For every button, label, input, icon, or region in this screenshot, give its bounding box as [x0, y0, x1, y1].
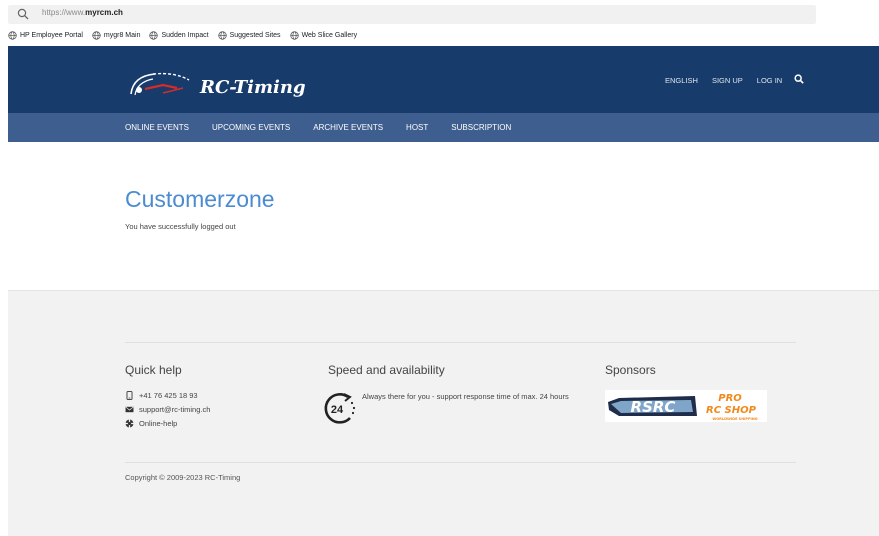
phone-line: +41 76 425 18 93	[125, 391, 198, 400]
sponsor-logo-pro: PRO	[718, 393, 742, 404]
url-text[interactable]: https://www.myrcm.ch	[42, 8, 123, 17]
nav-upcoming-events[interactable]: UPCOMING EVENTS	[212, 123, 290, 132]
favorites-bar: HP Employee Portal mygr8 Main Sudden Imp…	[8, 28, 357, 42]
sign-up-link[interactable]: SIGN UP	[712, 76, 743, 85]
top-links: ENGLISH SIGN UP LOG IN	[665, 74, 804, 85]
sponsor-logo[interactable]: RSRC PRO RC SHOP WORLDWIDE SHIPPING	[605, 390, 767, 422]
online-help-link[interactable]: Online-help	[139, 419, 177, 428]
log-in-link[interactable]: LOG IN	[757, 76, 782, 85]
sponsor-logo-shop: RC SHOP	[706, 405, 757, 416]
quick-help-heading: Quick help	[125, 363, 182, 377]
site-header: RC-Timing ENGLISH SIGN UP LOG IN	[8, 46, 879, 113]
search-icon[interactable]	[794, 74, 804, 84]
address-bar[interactable]: https://www.myrcm.ch	[8, 5, 816, 24]
nav-archive-events[interactable]: ARCHIVE EVENTS	[313, 123, 383, 132]
language-link[interactable]: ENGLISH	[665, 76, 698, 85]
speed-heading: Speed and availability	[328, 363, 445, 377]
sponsor-logo-left: RSRC	[631, 398, 676, 416]
globe-icon	[92, 30, 101, 40]
main-nav: ONLINE EVENTS UPCOMING EVENTS ARCHIVE EV…	[8, 113, 879, 142]
favorite-link[interactable]: Sudden Impact	[149, 30, 209, 40]
24-label: 24	[331, 404, 344, 416]
sponsor-logo-shipping: WORLDWIDE SHIPPING	[712, 417, 757, 421]
search-icon	[17, 8, 29, 20]
24-hours-icon: 24	[324, 393, 356, 424]
nav-online-events[interactable]: ONLINE EVENTS	[125, 123, 189, 132]
globe-icon	[217, 30, 227, 40]
globe-icon	[289, 30, 299, 40]
availability-text: Always there for you - support response …	[362, 392, 569, 401]
phone-icon	[126, 391, 133, 400]
globe-icon	[149, 30, 159, 40]
favorite-link[interactable]: Web Slice Gallery	[289, 30, 357, 40]
nav-host[interactable]: HOST	[406, 123, 428, 132]
lifebuoy-icon	[125, 419, 134, 428]
online-help-line: Online-help	[125, 419, 177, 428]
copyright: Copyright © 2009-2023 RC-Timing	[125, 473, 241, 482]
envelope-icon	[125, 406, 134, 413]
favorite-link[interactable]: HP Employee Portal	[8, 30, 83, 40]
page-title: Customerzone	[125, 186, 275, 212]
support-email-link[interactable]: support@rc-timing.ch	[139, 405, 210, 414]
email-line: support@rc-timing.ch	[125, 405, 210, 414]
favorite-link[interactable]: mygr8 Main	[92, 30, 140, 40]
footer-divider	[125, 462, 796, 463]
logo-text[interactable]: RC-Timing	[200, 77, 306, 98]
footer-divider	[125, 342, 796, 343]
sponsors-heading: Sponsors	[605, 363, 656, 377]
globe-icon	[8, 30, 17, 40]
logout-message: You have successfully logged out	[125, 222, 236, 231]
favorite-link[interactable]: Suggested Sites	[217, 30, 281, 40]
nav-subscription[interactable]: SUBSCRIPTION	[451, 123, 511, 132]
